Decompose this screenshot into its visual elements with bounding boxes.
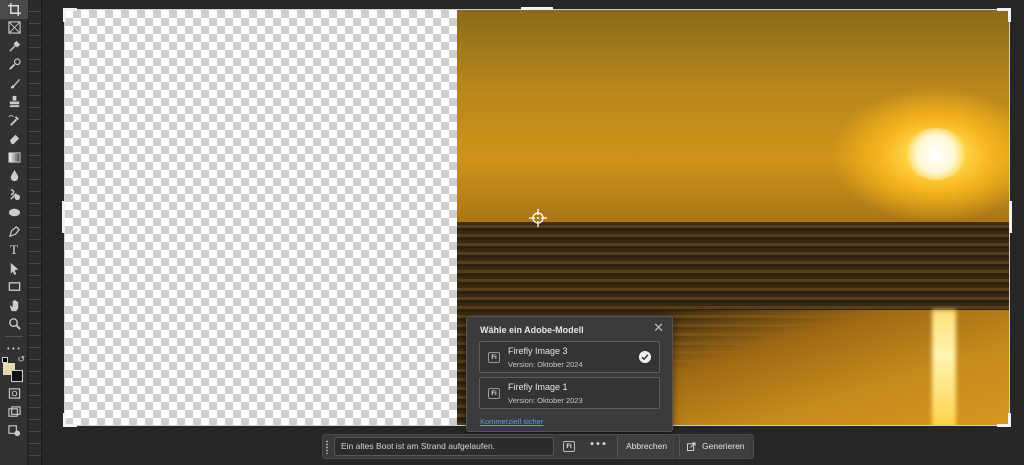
tools-panel: T ••• ↺ (0, 0, 28, 465)
crop-handle-top-right-v[interactable] (1008, 8, 1011, 22)
crop-handle-left-middle[interactable] (62, 201, 65, 233)
history-brush-icon[interactable] (0, 111, 28, 130)
sky (457, 10, 1009, 224)
model-select-button[interactable]: Fi (561, 438, 577, 455)
generate-icon (687, 442, 696, 451)
prompt-input[interactable]: Ein altes Boot ist am Strand aufgelaufen… (334, 437, 554, 456)
crop-handle-bottom-left-v[interactable] (63, 413, 66, 427)
rectangle-icon[interactable] (0, 278, 28, 297)
frame-icon[interactable] (0, 19, 28, 38)
background-color-swatch[interactable] (11, 369, 23, 382)
share-icon[interactable] (0, 422, 28, 441)
quick-mask-icon[interactable] (0, 385, 28, 404)
crop-handle-bottom-right-v[interactable] (1008, 413, 1011, 427)
model-version: Version: Oktober 2024 (508, 360, 583, 369)
model-option-firefly-image-1[interactable]: Fi Firefly Image 1 Version: Oktober 2023 (479, 377, 660, 409)
screen-mode-icon[interactable] (0, 403, 28, 422)
firefly-badge-icon: Fi (488, 352, 500, 363)
firefly-badge-icon: Fi (488, 388, 500, 399)
model-picker-popup: Wähle ein Adobe-Modell ✕ Fi Firefly Imag… (466, 316, 673, 432)
crop-icon[interactable] (0, 0, 28, 19)
type-tool-glyph: T (10, 242, 18, 258)
commercially-safe-link[interactable]: Kommerziell sicher (480, 417, 543, 426)
type-icon[interactable]: T (0, 241, 28, 260)
generate-button[interactable]: Generieren (679, 436, 751, 457)
more-tools-glyph: ••• (6, 344, 22, 353)
sun-reflection (932, 310, 956, 425)
color-swatches: ↺ (0, 355, 28, 385)
crop-handle-top-left-v[interactable] (63, 8, 66, 22)
spot-healing-icon[interactable] (0, 56, 28, 75)
brush-icon[interactable] (0, 74, 28, 93)
gradient-icon[interactable] (0, 148, 28, 167)
dodge-icon[interactable] (0, 185, 28, 204)
transparent-area (65, 10, 457, 425)
model-name: Firefly Image 1 (508, 382, 568, 392)
cancel-button[interactable]: Abbrechen (617, 436, 675, 457)
sun (905, 128, 967, 180)
tool-separator (5, 336, 23, 337)
model-version: Version: Oktober 2023 (508, 396, 583, 405)
zoom-icon[interactable] (0, 315, 28, 334)
sponge-icon[interactable] (0, 204, 28, 223)
more-options-button[interactable]: ••• (585, 438, 611, 455)
swap-colors-icon[interactable]: ↺ (17, 355, 25, 365)
eraser-icon[interactable] (0, 130, 28, 149)
popup-title: Wähle ein Adobe-Modell (480, 325, 584, 335)
check-icon (639, 351, 651, 363)
crop-handle-top-center[interactable] (521, 7, 553, 10)
vertical-ruler (29, 0, 42, 465)
generate-label: Generieren (702, 441, 745, 451)
hand-icon[interactable] (0, 296, 28, 315)
drag-handle-icon[interactable] (325, 440, 329, 454)
close-icon[interactable]: ✕ (653, 322, 664, 335)
model-option-firefly-image-3[interactable]: Fi Firefly Image 3 Version: Oktober 2024 (479, 341, 660, 373)
clone-stamp-icon[interactable] (0, 93, 28, 112)
crosshair-icon (529, 209, 547, 227)
path-select-icon[interactable] (0, 259, 28, 278)
blur-icon[interactable] (0, 167, 28, 186)
contextual-task-bar: Ein altes Boot ist am Strand aufgelaufen… (322, 434, 754, 459)
eyedropper-icon[interactable] (0, 37, 28, 56)
firefly-badge-icon: Fi (563, 441, 575, 452)
crop-handle-right-middle[interactable] (1009, 201, 1012, 233)
pen-icon[interactable] (0, 222, 28, 241)
model-name: Firefly Image 3 (508, 346, 568, 356)
